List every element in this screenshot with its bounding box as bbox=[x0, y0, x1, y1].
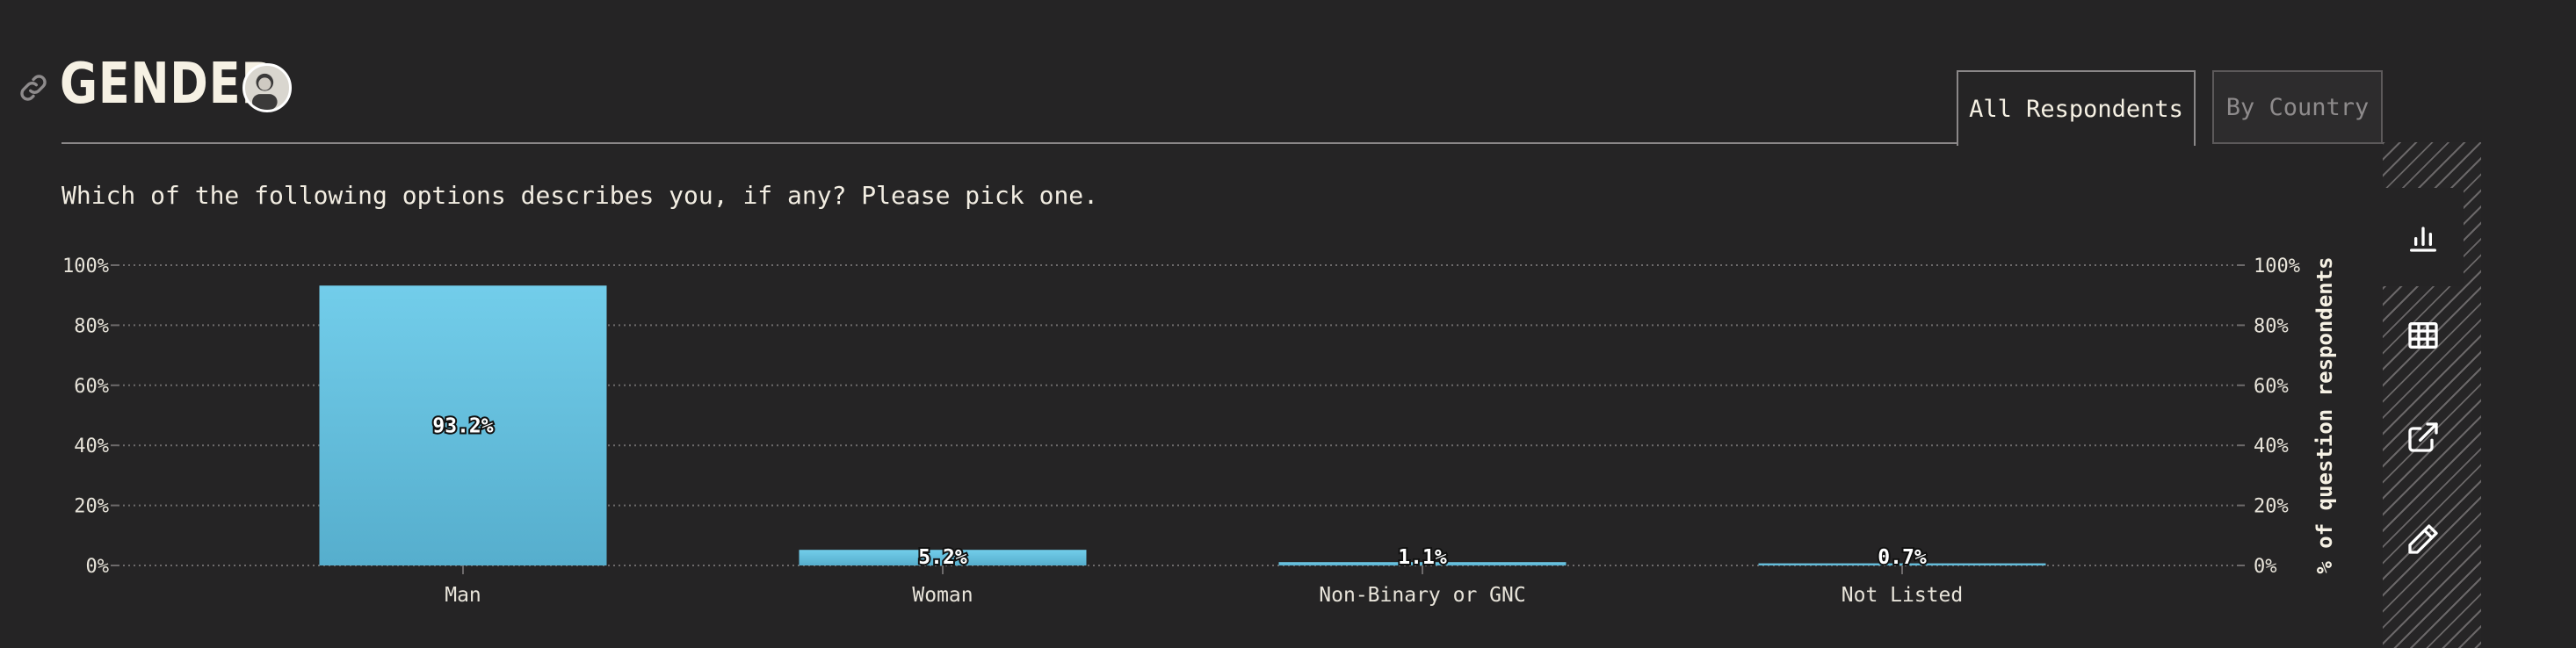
y-tick-label-right: 40% bbox=[2254, 436, 2289, 457]
y-tick-label-right: 80% bbox=[2254, 315, 2289, 337]
table-icon bbox=[2408, 322, 2438, 349]
y-tick-label: 0% bbox=[86, 556, 110, 578]
bar-chart-view-button[interactable] bbox=[2383, 188, 2464, 286]
bar-chart: 0% 0% 20% 20% 40% 40% 60% 60% 80% 80% 100% 100% 93.… bbox=[62, 256, 2337, 607]
x-category-label: Woman bbox=[912, 584, 973, 607]
y-tick-label: 20% bbox=[74, 496, 109, 518]
x-category-label: Non-Binary or GNC bbox=[1319, 584, 1525, 607]
edit-icon bbox=[2408, 524, 2438, 554]
edit-button[interactable] bbox=[2383, 490, 2464, 588]
x-category-label: Man bbox=[445, 584, 481, 607]
data-label: 93.2% bbox=[432, 415, 493, 438]
y-tick-label: 60% bbox=[74, 376, 109, 398]
x-category-label: Not Listed bbox=[1842, 584, 1963, 607]
data-label: 0.7% bbox=[1878, 546, 1927, 569]
share-button[interactable] bbox=[2383, 388, 2464, 486]
y-tick-label-right: 20% bbox=[2254, 496, 2289, 518]
y-tick-label-right: 100% bbox=[2254, 256, 2300, 277]
y-tick-label-right: 0% bbox=[2254, 556, 2277, 578]
data-label: 5.2% bbox=[918, 546, 967, 569]
table-view-button[interactable] bbox=[2383, 286, 2464, 385]
bar-chart-icon bbox=[2410, 227, 2436, 252]
share-icon bbox=[2408, 422, 2438, 452]
y-tick-label: 40% bbox=[74, 436, 109, 457]
data-label: 1.1% bbox=[1398, 546, 1447, 569]
view-toolbar bbox=[2383, 142, 2481, 648]
y-tick-label-right: 60% bbox=[2254, 376, 2289, 398]
y-axis-title: % of question respondents bbox=[2312, 256, 2337, 573]
y-tick-label: 80% bbox=[74, 315, 109, 337]
y-tick-label: 100% bbox=[62, 256, 109, 277]
